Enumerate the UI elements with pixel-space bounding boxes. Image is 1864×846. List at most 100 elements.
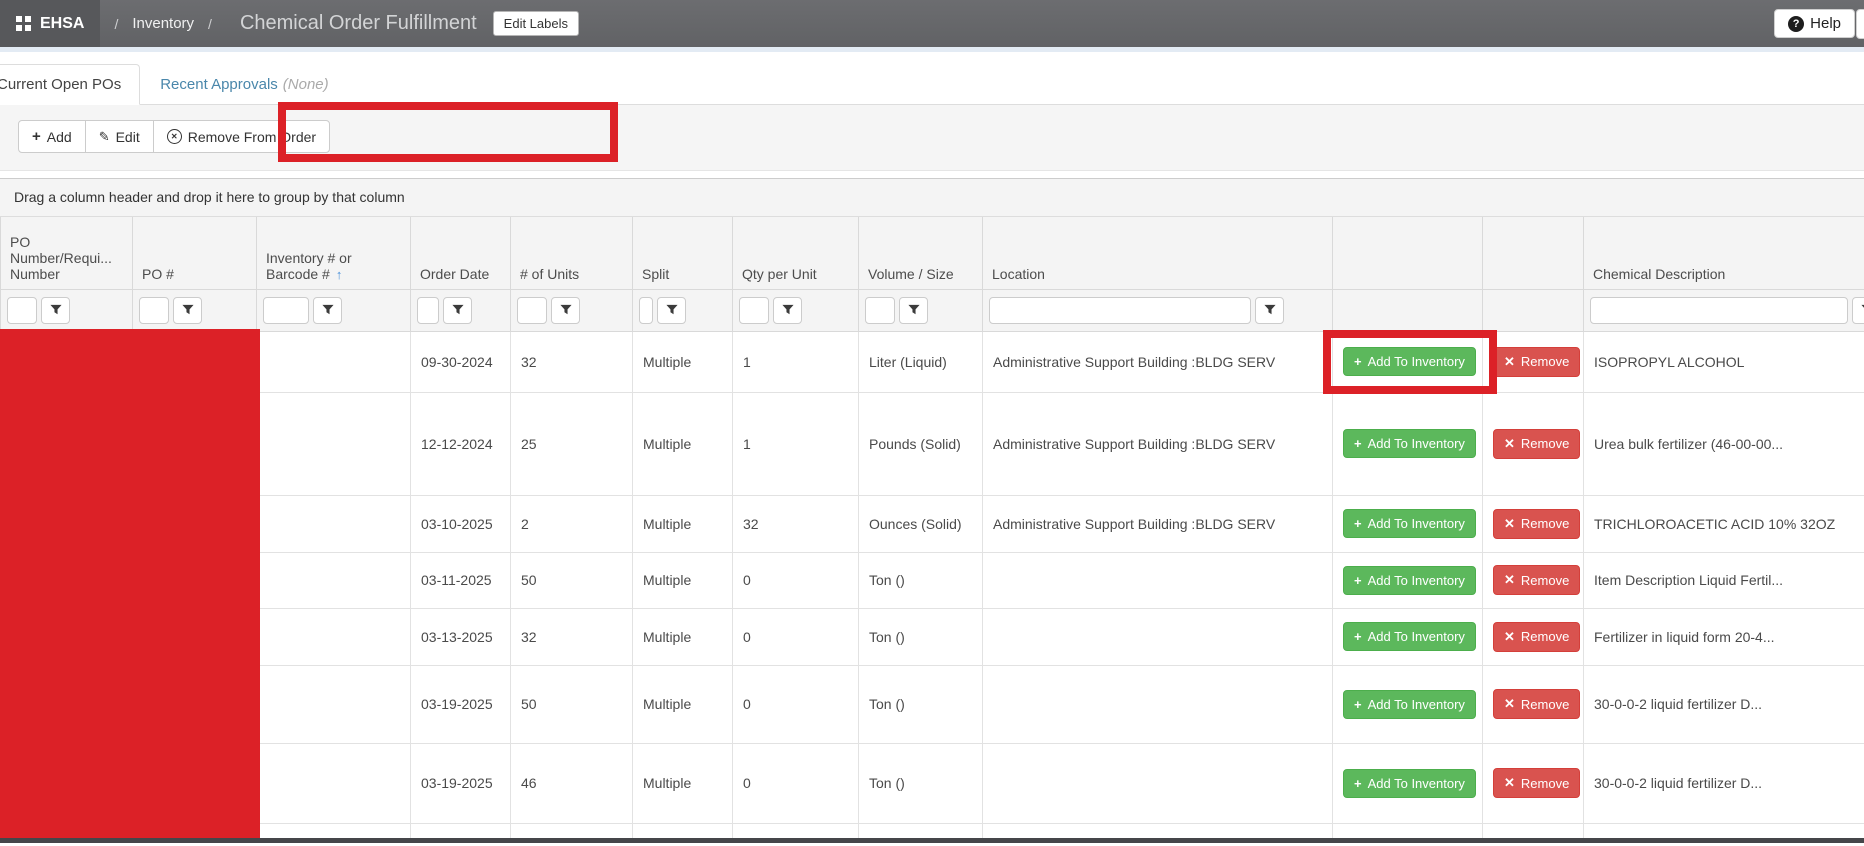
cell-po <box>133 743 257 823</box>
funnel-icon <box>666 304 678 316</box>
filter-input-inventory-barcode[interactable] <box>263 297 309 324</box>
cell-split: Multiple <box>633 495 733 552</box>
cell-units: 32 <box>511 608 633 665</box>
remove-button[interactable]: ✕Remove <box>1493 622 1580 652</box>
remove-button[interactable]: ✕Remove <box>1493 565 1580 595</box>
column-header-location[interactable]: Location <box>983 217 1333 289</box>
add-to-inventory-button[interactable]: +Add To Inventory <box>1343 622 1476 651</box>
filter-funnel-button[interactable] <box>443 297 472 324</box>
group-by-bar[interactable]: Drag a column header and drop it here to… <box>0 179 1864 217</box>
header-row: PO Number/Requi... Number PO # Inventory… <box>1 217 1864 289</box>
filter-funnel-button[interactable] <box>773 297 802 324</box>
plus-icon: + <box>1354 629 1362 644</box>
filter-funnel-button[interactable] <box>899 297 928 324</box>
plus-icon: + <box>1354 516 1362 531</box>
filter-input-qty-per-unit[interactable] <box>739 297 769 324</box>
cell-inventory-barcode <box>257 665 411 743</box>
cell-qty-per-unit: 0 <box>733 743 859 823</box>
cell-qty-per-unit: 0 <box>733 665 859 743</box>
column-header-units[interactable]: # of Units <box>511 217 633 289</box>
cell-volume-size: Liter (Liquid) <box>859 331 983 392</box>
cut-off-button[interactable] <box>1856 9 1864 39</box>
filter-funnel-button[interactable] <box>1255 297 1284 324</box>
cell-order-date: 12-12-2024 <box>411 392 511 495</box>
cell-order-date: 03-13-2025 <box>411 608 511 665</box>
cell-inventory-barcode <box>257 495 411 552</box>
cell-order-date: 09-30-2024 <box>411 331 511 392</box>
add-to-inventory-button[interactable]: +Add To Inventory <box>1343 690 1476 719</box>
cell-po-number <box>1 608 133 665</box>
column-header-inventory-barcode[interactable]: Inventory # or Barcode #↑ <box>257 217 411 289</box>
add-to-inventory-button[interactable]: +Add To Inventory <box>1343 347 1476 376</box>
cell-units: 2 <box>511 495 633 552</box>
cell-chemical-description: 30-0-0-2 liquid fertilizer D... <box>1584 743 1864 823</box>
x-icon: ✕ <box>1504 775 1515 791</box>
cell-qty-per-unit: 1 <box>733 331 859 392</box>
cell-inventory-barcode <box>257 552 411 608</box>
x-icon: ✕ <box>1504 696 1515 712</box>
column-header-po-number[interactable]: PO Number/Requi... Number <box>1 217 133 289</box>
remove-button[interactable]: ✕Remove <box>1493 429 1580 459</box>
add-button[interactable]: + Add <box>18 120 86 153</box>
funnel-icon <box>908 304 920 316</box>
remove-button[interactable]: ✕Remove <box>1493 689 1580 719</box>
cell-location: Administrative Support Building :BLDG SE… <box>983 331 1333 392</box>
cell-split: Multiple <box>633 608 733 665</box>
cell-po-number <box>1 495 133 552</box>
filter-input-split[interactable] <box>639 297 653 324</box>
edit-labels-button[interactable]: Edit Labels <box>493 11 579 36</box>
breadcrumb-separator: / <box>114 16 118 32</box>
plus-icon: + <box>1354 436 1362 451</box>
filter-input-po-number[interactable] <box>7 297 37 324</box>
column-header-split[interactable]: Split <box>633 217 733 289</box>
tab-recent-approvals[interactable]: Recent Approvals(None) <box>140 65 348 104</box>
cell-po <box>133 608 257 665</box>
filter-funnel-button[interactable] <box>657 297 686 324</box>
remove-button[interactable]: ✕Remove <box>1493 347 1580 377</box>
cell-volume-size: Pounds (Solid) <box>859 392 983 495</box>
filter-funnel-button[interactable] <box>313 297 342 324</box>
filter-input-location[interactable] <box>989 297 1251 324</box>
edit-button[interactable]: ✎ Edit <box>85 120 154 153</box>
column-header-chemical-description[interactable]: Chemical Description <box>1584 217 1864 289</box>
column-header-qty-per-unit[interactable]: Qty per Unit <box>733 217 859 289</box>
cell-inventory-barcode <box>257 392 411 495</box>
app-logo[interactable]: EHSA <box>0 0 100 47</box>
add-to-inventory-button[interactable]: +Add To Inventory <box>1343 429 1476 458</box>
add-to-inventory-button[interactable]: +Add To Inventory <box>1343 769 1476 798</box>
brand-label: EHSA <box>40 15 84 33</box>
filter-funnel-button[interactable] <box>41 297 70 324</box>
table-row: 12-12-2024 25 Multiple 1 Pounds (Solid) … <box>1 392 1864 495</box>
add-to-inventory-button[interactable]: +Add To Inventory <box>1343 566 1476 595</box>
plus-icon: + <box>1354 776 1362 791</box>
cell-chemical-description: Item Description Liquid Fertil... <box>1584 552 1864 608</box>
cell-order-date: 03-10-2025 <box>411 495 511 552</box>
column-header-order-date[interactable]: Order Date <box>411 217 511 289</box>
tab-current-open-pos[interactable]: Current Open POs <box>0 64 140 105</box>
remove-button[interactable]: ✕Remove <box>1493 509 1580 539</box>
filter-input-chemical-description[interactable] <box>1590 297 1848 324</box>
breadcrumb-inventory[interactable]: Inventory <box>132 15 194 32</box>
filter-funnel-button[interactable] <box>173 297 202 324</box>
filter-funnel-button[interactable] <box>551 297 580 324</box>
filter-input-units[interactable] <box>517 297 547 324</box>
cell-volume-size: Ton () <box>859 552 983 608</box>
filter-input-po[interactable] <box>139 297 169 324</box>
column-header-po[interactable]: PO # <box>133 217 257 289</box>
filter-row <box>1 289 1864 331</box>
remove-button[interactable]: ✕Remove <box>1493 768 1580 798</box>
cell-chemical-description: ISOPROPYL ALCOHOL <box>1584 331 1864 392</box>
help-button[interactable]: ? Help <box>1774 9 1855 38</box>
cell-inventory-barcode <box>257 331 411 392</box>
filter-funnel-button[interactable] <box>1852 297 1864 324</box>
cell-po-number <box>1 665 133 743</box>
cell-split: Multiple <box>633 665 733 743</box>
cell-po <box>133 665 257 743</box>
column-header-volume-size[interactable]: Volume / Size <box>859 217 983 289</box>
add-to-inventory-button[interactable]: +Add To Inventory <box>1343 509 1476 538</box>
filter-input-order-date[interactable] <box>417 297 439 324</box>
remove-from-order-button[interactable]: ✕ Remove From Order <box>153 120 330 153</box>
filter-input-volume-size[interactable] <box>865 297 895 324</box>
cell-po <box>133 552 257 608</box>
x-icon: ✕ <box>1504 629 1515 645</box>
